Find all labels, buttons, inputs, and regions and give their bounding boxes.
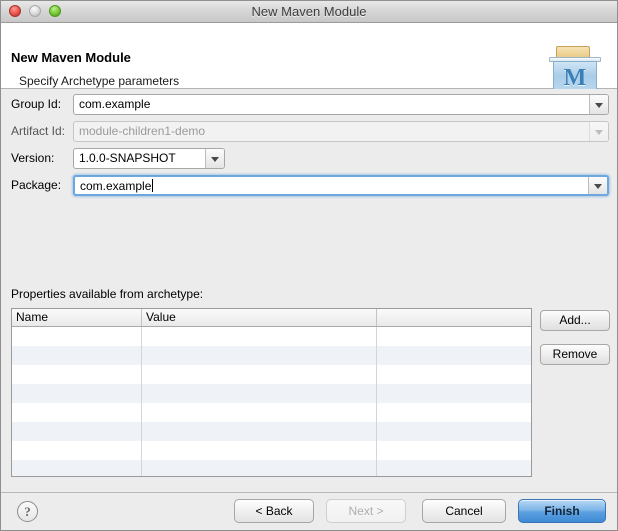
chevron-down-icon[interactable] <box>589 95 608 114</box>
table-row[interactable] <box>12 384 531 403</box>
table-cell <box>12 346 142 365</box>
next-button: Next > <box>326 499 406 523</box>
back-button[interactable]: < Back <box>234 499 314 523</box>
maven-letter: M <box>554 65 596 92</box>
table-cell <box>12 365 142 384</box>
table-cell <box>142 327 377 346</box>
version-input[interactable]: 1.0.0-SNAPSHOT <box>74 149 205 168</box>
table-header-row: Name Value <box>12 309 531 327</box>
page-title: New Maven Module <box>11 50 131 65</box>
table-row[interactable] <box>12 422 531 441</box>
column-header-value[interactable]: Value <box>142 309 377 326</box>
table-cell <box>142 460 377 477</box>
window-title: New Maven Module <box>1 1 617 22</box>
title-bar: New Maven Module <box>1 1 617 23</box>
table-body <box>12 327 531 477</box>
table-row[interactable] <box>12 365 531 384</box>
new-maven-module-dialog: New Maven Module New Maven Module Specif… <box>0 0 618 531</box>
group-id-input[interactable]: com.example <box>74 95 589 114</box>
column-header-extra[interactable] <box>377 309 531 326</box>
table-cell <box>142 403 377 422</box>
table-cell <box>142 422 377 441</box>
dialog-body: Group Id: com.example Artifact Id: modul… <box>1 89 617 492</box>
version-label: Version: <box>11 151 54 165</box>
add-property-button[interactable]: Add... <box>540 310 610 331</box>
table-cell <box>12 403 142 422</box>
table-row[interactable] <box>12 327 531 346</box>
properties-section-label: Properties available from archetype: <box>11 287 203 301</box>
artifact-id-combo: module-children1-demo <box>73 121 609 142</box>
package-combo[interactable]: com.example <box>73 175 609 196</box>
page-subtitle: Specify Archetype parameters <box>19 74 179 88</box>
artifact-id-input: module-children1-demo <box>74 122 589 141</box>
artifact-id-label: Artifact Id: <box>11 124 65 138</box>
group-id-label: Group Id: <box>11 97 61 111</box>
column-header-name[interactable]: Name <box>12 309 142 326</box>
table-cell <box>142 441 377 460</box>
table-row[interactable] <box>12 346 531 365</box>
package-label: Package: <box>11 178 61 192</box>
package-input[interactable]: com.example <box>75 177 588 194</box>
table-cell <box>12 441 142 460</box>
remove-property-button[interactable]: Remove <box>540 344 610 365</box>
cancel-button[interactable]: Cancel <box>422 499 506 523</box>
table-row[interactable] <box>12 441 531 460</box>
package-input-value: com.example <box>80 179 151 193</box>
table-cell <box>377 384 531 403</box>
table-cell <box>12 327 142 346</box>
table-cell <box>142 384 377 403</box>
table-cell <box>377 441 531 460</box>
table-cell <box>142 346 377 365</box>
table-cell <box>12 422 142 441</box>
group-id-combo[interactable]: com.example <box>73 94 609 115</box>
table-cell <box>377 365 531 384</box>
table-row[interactable] <box>12 403 531 422</box>
table-cell <box>377 346 531 365</box>
finish-button[interactable]: Finish <box>518 499 606 523</box>
dialog-footer: ? < Back Next > Cancel Finish <box>1 492 617 531</box>
chevron-down-icon[interactable] <box>588 177 607 194</box>
chevron-down-icon[interactable] <box>205 149 224 168</box>
text-cursor <box>152 179 153 192</box>
version-combo[interactable]: 1.0.0-SNAPSHOT <box>73 148 225 169</box>
table-cell <box>142 365 377 384</box>
table-cell <box>377 422 531 441</box>
properties-table[interactable]: Name Value <box>11 308 532 477</box>
table-cell <box>12 384 142 403</box>
table-row[interactable] <box>12 460 531 477</box>
maven-module-icon: M <box>548 46 604 94</box>
chevron-down-icon <box>589 122 608 141</box>
table-cell <box>12 460 142 477</box>
table-cell <box>377 403 531 422</box>
table-cell <box>377 327 531 346</box>
wizard-header: New Maven Module Specify Archetype param… <box>1 23 617 89</box>
help-icon[interactable]: ? <box>17 501 38 522</box>
table-cell <box>377 460 531 477</box>
